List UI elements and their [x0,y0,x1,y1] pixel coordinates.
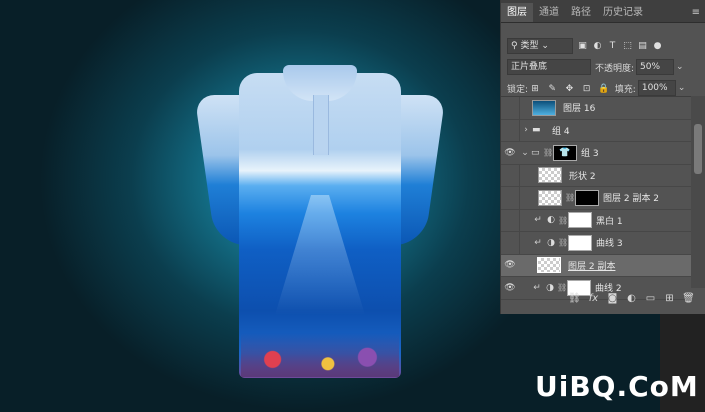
clipping-arrow-icon: ↵ [534,237,542,248]
layers-panel: 图层 通道 路径 历史记录 ≡ ⚲ 类型 ⌄ ▣ ◐ T ⬚ ▤ ● 正片叠底 … [500,0,705,314]
opacity-label: 不透明度: [595,63,635,74]
opacity-chevron-icon[interactable]: ⌄ [676,62,684,72]
visibility-toggle[interactable] [501,209,520,231]
add-mask-icon[interactable]: ◙ [603,293,622,304]
folder-icon: ▬ [532,125,541,136]
fx-icon[interactable]: fx [584,293,603,304]
blend-row: 正片叠底 不透明度: 50% ⌄ [501,57,705,77]
new-layer-icon[interactable]: ⊞ [660,293,679,304]
layer-thumbnail [537,257,561,274]
image-filter-icon[interactable]: ▣ [577,41,588,51]
adjustment-layer-icon[interactable]: ◐ [622,293,641,304]
layer-mask-thumbnail[interactable] [568,212,592,229]
lock-position-icon[interactable]: ✥ [562,84,576,94]
filter-kind-label: 类型 [520,41,539,51]
lock-label: 锁定: [507,84,529,95]
layer-name: 组 4 [552,126,570,137]
layer-name: 图层 2 副本 [568,261,616,272]
layer-row[interactable]: 👁 ⌄ ▭ ⛓ 👕 组 3 [501,142,691,165]
visibility-toggle[interactable] [501,164,520,186]
watermark-logo: UiBQ.CoM [535,370,699,403]
filter-toggle-icon[interactable]: ● [652,41,663,51]
layers-footer: ⛓ fx ◙ ◐ ▭ ⊞ 🗑 [501,288,705,308]
polo-shirt-mockup [194,65,446,385]
lock-paint-icon[interactable]: ✎ [545,84,559,94]
tab-history[interactable]: 历史记录 [597,3,649,22]
layer-row[interactable]: 形状 2 [501,164,691,187]
tab-layers[interactable]: 图层 [501,3,533,22]
folder-icon: ▭ [531,147,540,158]
curves-adjustment-icon: ◑ [547,237,555,248]
layer-thumbnail [538,189,562,206]
layer-row[interactable]: › ▬ 组 4 [501,119,691,142]
layer-list-scrollbar[interactable] [691,96,705,288]
scrollbar-thumb[interactable] [694,124,702,174]
layer-name: 黑白 1 [596,216,623,227]
visibility-toggle[interactable] [501,232,520,254]
visibility-toggle[interactable] [501,119,520,141]
link-icon: ⛓ [558,238,569,248]
coral-reef [241,333,399,377]
layer-row[interactable]: ↵ ◐ ⛓ 黑白 1 [501,209,691,232]
layer-name: 形状 2 [569,171,596,182]
clipping-arrow-icon: ↵ [534,215,542,226]
layer-name: 图层 2 副本 2 [603,194,660,205]
tab-paths[interactable]: 路径 [565,3,597,22]
blend-mode-label: 正片叠底 [511,62,548,72]
layer-row[interactable]: 图层 16 [501,97,691,120]
expand-chevron-icon[interactable]: › [520,125,532,135]
fill-label: 填充: [614,84,636,95]
eye-icon[interactable]: 👁 [501,148,519,158]
layer-mask-thumbnail[interactable] [568,234,592,251]
smart-object-filter-icon[interactable]: ▤ [637,41,648,51]
shape-filter-icon[interactable]: ⬚ [622,41,633,51]
shirt-placket [313,95,329,155]
layer-row[interactable]: ⛓ 图层 2 副本 2 [501,187,691,210]
fill-input[interactable]: 100% [637,80,676,96]
lock-icons: ⊞ ✎ ✥ ⊡ 🔒 [528,83,611,94]
eye-icon[interactable]: 👁 [501,260,519,270]
layer-name: 曲线 3 [596,239,623,250]
tab-channels[interactable]: 通道 [533,3,565,22]
black-white-adjustment-icon: ◐ [547,215,555,226]
link-icon: ⛓ [543,148,554,158]
visibility-toggle[interactable] [501,187,520,209]
lock-artboard-icon[interactable]: ⊡ [580,84,594,94]
panel-tabs: 图层 通道 路径 历史记录 ≡ [501,0,705,23]
fill-chevron-icon[interactable]: ⌄ [678,83,686,93]
layer-row-selected[interactable]: 👁 图层 2 副本 [501,254,691,277]
type-filter-icon[interactable]: T [607,41,618,51]
blend-mode-select[interactable]: 正片叠底 [507,59,591,75]
collapse-chevron-icon[interactable]: ⌄ [519,148,531,158]
layer-name: 组 3 [581,149,599,160]
layer-row[interactable]: ↵ ◑ ⛓ 曲线 3 [501,232,691,255]
layer-thumbnail [532,99,556,116]
layer-thumbnail [538,167,562,184]
trash-icon[interactable]: 🗑 [679,293,698,304]
layer-list: 图层 16 › ▬ 组 4 👁 ⌄ ▭ ⛓ 👕 组 3 形状 2 ⛓ 图层 2 … [501,96,691,300]
filter-row: ⚲ 类型 ⌄ ▣ ◐ T ⬚ ▤ ● [501,35,705,57]
visibility-toggle[interactable] [501,97,520,119]
layer-name: 图层 16 [563,104,596,115]
adjustment-filter-icon[interactable]: ◐ [592,41,603,51]
link-layers-icon[interactable]: ⛓ [565,293,584,304]
link-icon: ⛓ [558,215,569,225]
group-mask-thumbnail[interactable]: 👕 [553,144,577,161]
panel-menu-icon[interactable]: ≡ [686,3,705,22]
lock-all-icon[interactable]: 🔒 [597,84,611,94]
lock-pixels-icon[interactable]: ⊞ [528,84,542,94]
layer-mask-thumbnail[interactable] [575,189,599,206]
opacity-input[interactable]: 50% [636,59,675,75]
new-group-icon[interactable]: ▭ [641,293,660,304]
link-icon: ⛓ [565,193,576,203]
filter-kind-select[interactable]: ⚲ 类型 ⌄ [507,38,573,54]
